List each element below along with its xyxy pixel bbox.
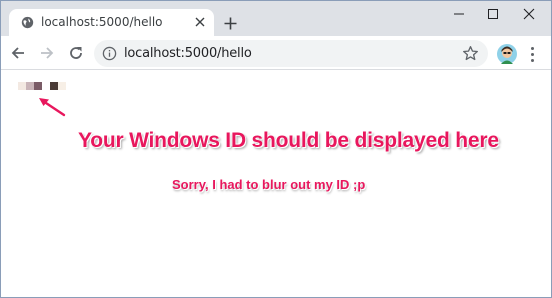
- arrow-right-icon[interactable]: [38, 44, 56, 62]
- star-icon[interactable]: [462, 45, 479, 62]
- tab-title: localhost:5000/hello: [41, 15, 163, 29]
- pointer-arrow-icon: [39, 98, 66, 117]
- address-bar[interactable]: localhost:5000/hello: [94, 40, 488, 67]
- globe-icon: [21, 16, 34, 29]
- blur-pixel: [42, 82, 50, 90]
- close-tab-icon[interactable]: [192, 14, 208, 30]
- blur-pixel: [50, 82, 58, 90]
- blurred-windows-id: [18, 82, 66, 90]
- page-content: Your Windows ID should be displayed here…: [1, 71, 551, 297]
- maximize-icon[interactable]: [483, 6, 503, 22]
- blur-pixel: [58, 82, 66, 90]
- annotation-main: Your Windows ID should be displayed here: [78, 129, 499, 152]
- browser-window: localhost:5000/hello localhost:5000/hell…: [0, 0, 552, 298]
- minimize-icon[interactable]: [449, 6, 469, 22]
- arrow-left-icon[interactable]: [9, 44, 27, 62]
- close-window-icon[interactable]: [519, 6, 539, 22]
- tab-strip: localhost:5000/hello: [1, 1, 551, 36]
- blur-pixel: [34, 82, 42, 90]
- tab-localhost[interactable]: localhost:5000/hello: [9, 9, 214, 36]
- kebab-menu-icon[interactable]: [528, 45, 536, 63]
- blur-pixel: [18, 82, 26, 90]
- annotation-sub: Sorry, I had to blur out my ID ;p: [172, 177, 366, 192]
- url-text[interactable]: localhost:5000/hello: [124, 46, 252, 61]
- blur-pixel: [26, 82, 34, 90]
- info-icon[interactable]: [102, 46, 117, 61]
- browser-toolbar: localhost:5000/hello: [1, 36, 551, 70]
- new-tab-button[interactable]: [222, 15, 238, 31]
- reload-icon[interactable]: [67, 44, 85, 62]
- avatar[interactable]: [497, 44, 517, 64]
